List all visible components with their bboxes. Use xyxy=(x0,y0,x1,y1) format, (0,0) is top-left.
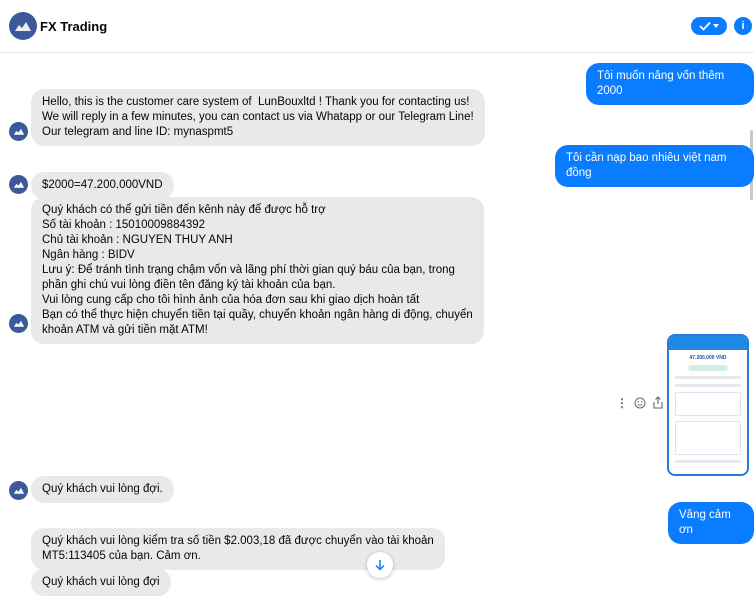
receipt-line xyxy=(675,384,741,387)
incoming-message: Quý khách vui lòng đợi. xyxy=(31,476,174,503)
logo-icon xyxy=(13,128,24,135)
receipt-detail-box xyxy=(675,421,741,455)
logo-icon xyxy=(13,487,24,494)
receipt-detail-box xyxy=(675,392,741,416)
emoji-react-icon[interactable] xyxy=(634,397,646,409)
chevron-down-icon xyxy=(713,24,719,28)
share-icon[interactable] xyxy=(652,396,664,409)
contact-avatar[interactable] xyxy=(9,12,37,40)
incoming-message: Hello, this is the customer care system … xyxy=(31,89,485,146)
sender-avatar[interactable] xyxy=(9,481,28,500)
incoming-message: Quý khách vui lòng đợi xyxy=(31,569,171,596)
logo-icon xyxy=(13,181,24,188)
logo-icon xyxy=(15,22,31,31)
sender-avatar[interactable] xyxy=(9,314,28,333)
outgoing-message: Vâng cảm ơn xyxy=(668,502,754,544)
info-icon[interactable]: i xyxy=(734,17,752,35)
incoming-message: $2000=47.200.000VND xyxy=(31,172,174,199)
incoming-message: Quý khách có thể gửi tiền đến kênh này đ… xyxy=(31,197,484,344)
logo-icon xyxy=(13,320,24,327)
status-dropdown-button[interactable] xyxy=(691,17,727,35)
chat-header: FX Trading i xyxy=(0,0,754,53)
outgoing-message: Tôi muốn nâng vốn thêm 2000 xyxy=(586,63,754,105)
more-options-icon[interactable]: ⋮ xyxy=(616,397,628,409)
arrow-down-icon xyxy=(375,560,385,571)
checkmark-icon xyxy=(699,21,711,31)
sender-avatar[interactable] xyxy=(9,122,28,141)
receipt-line xyxy=(675,460,741,463)
receipt-line xyxy=(675,376,741,379)
message-actions: ⋮ xyxy=(616,396,664,409)
receipt-status-pill xyxy=(688,365,728,371)
scroll-to-bottom-button[interactable] xyxy=(367,552,393,578)
conversation-title[interactable]: FX Trading xyxy=(40,19,107,34)
receipt-header-bar xyxy=(669,336,747,350)
receipt-amount: 47.200.000 VND xyxy=(689,355,727,361)
receipt-image[interactable]: 47.200.000 VND xyxy=(667,334,749,476)
sender-avatar[interactable] xyxy=(9,175,28,194)
outgoing-message: Tôi cần nạp bao nhiêu việt nam đồng xyxy=(555,145,754,187)
